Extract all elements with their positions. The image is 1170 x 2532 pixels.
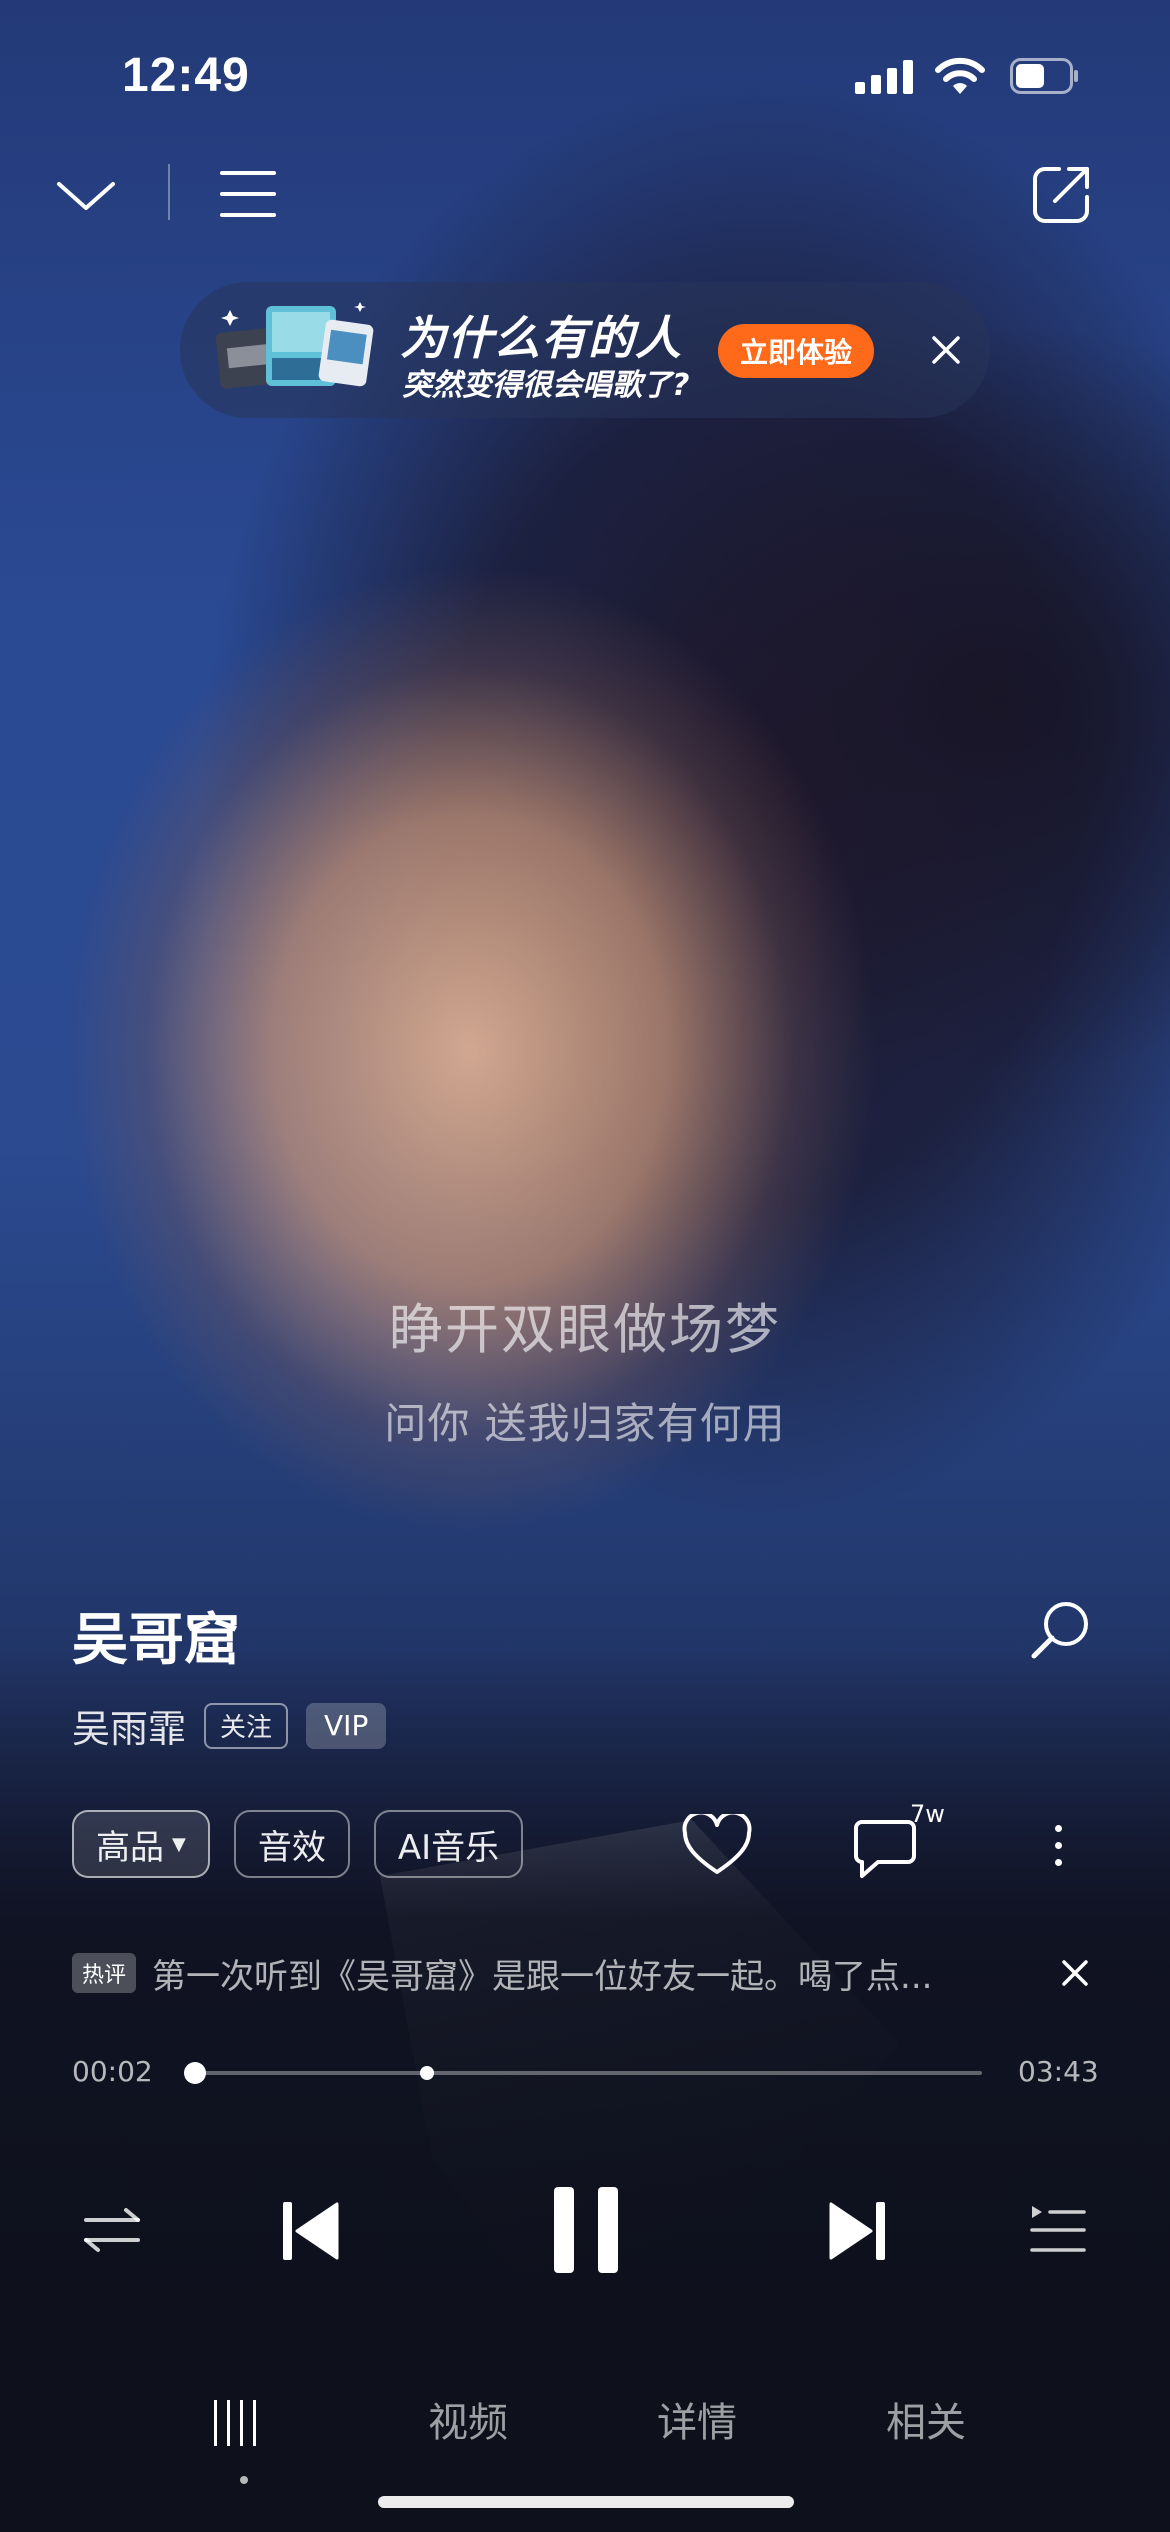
hot-comment-close-button[interactable] bbox=[1048, 1946, 1102, 2000]
status-bar: 12:49 bbox=[0, 0, 1170, 150]
player-top-nav bbox=[0, 150, 1170, 250]
wifi-icon bbox=[935, 57, 985, 94]
hot-comment-text: 第一次听到《吴哥窟》是跟一位好友一起。喝了点... bbox=[152, 1956, 933, 1997]
bars-icon bbox=[214, 2400, 217, 2446]
playlist-icon bbox=[1030, 2206, 1086, 2252]
playback-controls bbox=[0, 2170, 1170, 2290]
progress-thumb[interactable] bbox=[184, 2062, 207, 2084]
like-button[interactable] bbox=[672, 1800, 762, 1890]
more-icon bbox=[1054, 1824, 1062, 1832]
song-title: 吴哥窟 bbox=[72, 1608, 240, 1673]
climax-marker[interactable] bbox=[420, 2066, 434, 2080]
quality-select[interactable]: 高品 ▼ bbox=[72, 1810, 210, 1878]
artist-name[interactable]: 吴雨霏 bbox=[72, 1698, 186, 1753]
battery-icon bbox=[1010, 58, 1078, 94]
artist-row: 吴雨霏 关注 VIP bbox=[72, 1698, 387, 1753]
chevron-down-icon bbox=[57, 182, 115, 210]
tab-details[interactable]: 详情 bbox=[657, 2390, 737, 2448]
follow-button[interactable]: 关注 bbox=[204, 1702, 289, 1749]
audio-options: 高品 ▼ 音效 AI音乐 bbox=[72, 1810, 524, 1878]
ai-music-button[interactable]: AI音乐 bbox=[373, 1810, 524, 1878]
tab-player[interactable] bbox=[214, 2400, 274, 2446]
pause-icon bbox=[554, 2187, 618, 2273]
next-button[interactable] bbox=[818, 2186, 898, 2276]
pause-button[interactable] bbox=[536, 2170, 636, 2290]
skip-previous-icon bbox=[283, 2202, 339, 2260]
tab-related[interactable]: 相关 bbox=[886, 2390, 966, 2448]
sound-effects-button[interactable]: 音效 bbox=[233, 1810, 350, 1878]
promo-banner[interactable]: 为什么有的人 突然变得很会唱歌了? 立即体验 bbox=[180, 282, 990, 418]
banner-cards-image bbox=[215, 302, 374, 389]
collapse-button[interactable] bbox=[46, 154, 126, 234]
lyric-next-line[interactable]: 问你 送我归家有何用 bbox=[0, 1390, 1170, 1451]
total-time: 03:43 bbox=[1018, 2055, 1099, 2088]
banner-subtitle: 突然变得很会唱歌了? bbox=[402, 368, 690, 403]
close-icon bbox=[932, 336, 960, 364]
menu-icon bbox=[220, 171, 276, 217]
home-indicator[interactable] bbox=[378, 2496, 794, 2508]
caret-down-icon: ▼ bbox=[172, 1833, 186, 1855]
share-button[interactable] bbox=[1022, 154, 1102, 234]
menu-button[interactable] bbox=[208, 154, 288, 234]
banner-cta-button[interactable]: 立即体验 bbox=[718, 324, 874, 378]
quality-label: 高品 bbox=[96, 1827, 164, 1868]
bottom-tabs: 视频 详情 相关 bbox=[0, 2380, 1170, 2480]
close-icon bbox=[1062, 1960, 1088, 1986]
lyric-search-button[interactable] bbox=[1020, 1590, 1100, 1670]
tab-video[interactable]: 视频 bbox=[428, 2390, 508, 2448]
vip-badge[interactable]: VIP bbox=[306, 1702, 387, 1749]
comment-icon bbox=[854, 1820, 916, 1878]
previous-button[interactable] bbox=[270, 2186, 350, 2276]
hot-comment[interactable]: 热评 第一次听到《吴哥窟》是跟一位好友一起。喝了点... bbox=[72, 1950, 1102, 1997]
nav-divider bbox=[168, 164, 170, 220]
banner-title: 为什么有的人 bbox=[400, 311, 682, 365]
banner-close-button[interactable] bbox=[920, 324, 972, 376]
more-button[interactable] bbox=[1036, 1810, 1080, 1880]
share-icon bbox=[1033, 167, 1089, 223]
search-icon bbox=[1031, 1602, 1088, 1659]
cellular-signal-icon bbox=[855, 60, 913, 94]
playlist-button[interactable] bbox=[1018, 2196, 1098, 2266]
progress-slider[interactable] bbox=[184, 2062, 982, 2084]
active-tab-indicator bbox=[240, 2476, 248, 2484]
repeat-icon bbox=[84, 2208, 140, 2252]
repeat-mode-button[interactable] bbox=[72, 2200, 152, 2260]
status-time: 12:49 bbox=[122, 49, 250, 102]
heart-icon bbox=[682, 1814, 752, 1874]
current-time: 00:02 bbox=[72, 2055, 153, 2088]
skip-next-icon bbox=[829, 2202, 885, 2260]
lyric-current-line[interactable]: 睁开双眼做场梦 bbox=[0, 1285, 1170, 1364]
comment-button[interactable]: 7w bbox=[852, 1800, 952, 1890]
hot-comment-tag: 热评 bbox=[72, 1953, 137, 1993]
comment-count: 7w bbox=[910, 1800, 945, 1828]
